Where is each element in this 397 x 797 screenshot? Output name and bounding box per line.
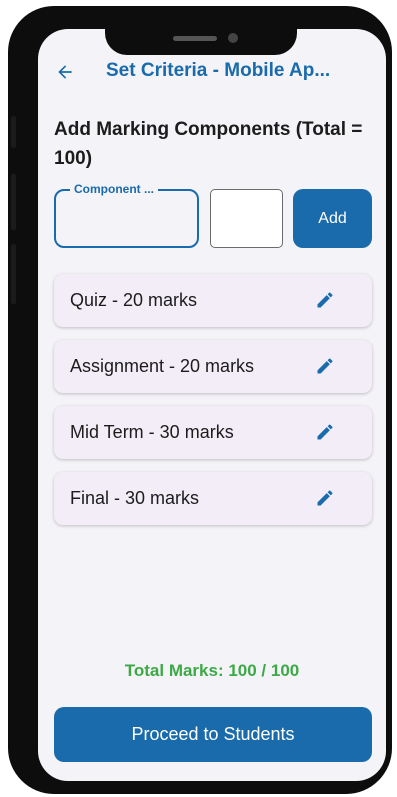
component-label: Quiz - 20 marks: [70, 290, 198, 310]
component-name-label: Component ...: [70, 182, 158, 196]
volume-down-button: [11, 244, 16, 304]
section-title: Add Marking Components (Total = 100): [54, 119, 363, 169]
camera-dot: [228, 33, 238, 43]
add-button[interactable]: Add: [293, 189, 372, 248]
app-screen: Set Criteria - Mobile Ap... Add Marking …: [38, 29, 386, 781]
marks-input[interactable]: [210, 189, 283, 248]
list-item: Final - 30 marks: [54, 472, 372, 525]
component-label: Mid Term - 30 marks: [70, 422, 234, 442]
phone-notch: [105, 23, 297, 55]
speaker-grille: [173, 36, 217, 41]
component-name-input[interactable]: Component ...: [54, 182, 199, 248]
volume-up-button: [11, 174, 16, 230]
phone-frame: Set Criteria - Mobile Ap... Add Marking …: [8, 6, 392, 794]
list-item: Assignment - 20 marks: [54, 340, 372, 393]
component-label: Final - 30 marks: [70, 488, 200, 508]
page-title: Set Criteria - Mobile Ap...: [106, 60, 331, 81]
components-list: Quiz - 20 marks Assignment - 20 marks Mi…: [54, 274, 372, 538]
pencil-icon[interactable]: [315, 356, 335, 376]
total-marks-text: Total Marks: 100 / 100: [124, 661, 300, 680]
list-item: Mid Term - 30 marks: [54, 406, 372, 459]
proceed-button[interactable]: Proceed to Students: [54, 707, 372, 762]
arrow-left-icon[interactable]: [54, 62, 76, 82]
pencil-icon[interactable]: [315, 488, 335, 508]
pencil-icon[interactable]: [315, 422, 335, 442]
mute-switch: [11, 116, 16, 148]
app-bar: Set Criteria - Mobile Ap...: [38, 55, 386, 89]
list-item: Quiz - 20 marks: [54, 274, 372, 327]
pencil-icon[interactable]: [315, 290, 335, 310]
component-label: Assignment - 20 marks: [70, 356, 255, 376]
